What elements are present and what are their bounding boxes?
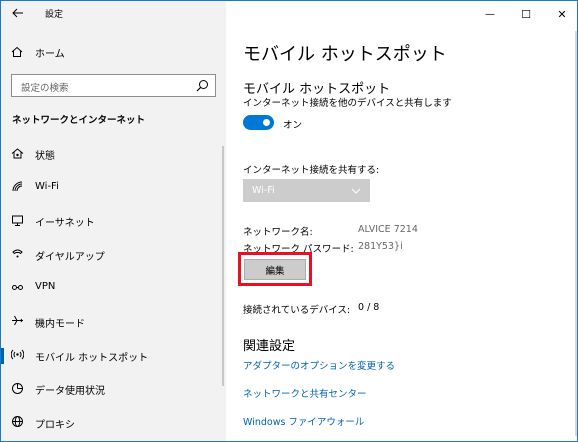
- close-icon: ✕: [557, 7, 567, 21]
- ethernet-icon: [10, 213, 24, 227]
- minimize-button[interactable]: —: [473, 1, 507, 27]
- search-placeholder: 設定の検索: [21, 83, 69, 94]
- connected-devices-value: 0 / 8: [358, 302, 380, 313]
- search-input[interactable]: 設定の検索: [11, 74, 216, 97]
- chevron-down-icon: [351, 188, 361, 194]
- sidebar-item-label: 機内モード: [35, 318, 85, 330]
- sidebar-item-vpn[interactable]: VPN: [1, 271, 226, 305]
- hotspot-description: インターネット接続を他のデバイスと共有します: [243, 98, 452, 109]
- data-usage-icon: [10, 381, 24, 395]
- titlebar: 設定: [1, 1, 226, 27]
- page-title: モバイル ホットスポット: [243, 44, 447, 65]
- hotspot-toggle[interactable]: [243, 115, 274, 130]
- globe-icon: [10, 415, 24, 429]
- sidebar-scrollbar[interactable]: [222, 146, 224, 386]
- share-connection-select[interactable]: Wi-Fi: [243, 179, 370, 202]
- home-icon: [10, 45, 24, 59]
- sidebar-item-hotspot[interactable]: モバイル ホットスポット: [1, 339, 226, 373]
- sidebar-item-label: Wi-Fi: [35, 180, 59, 192]
- dialup-icon: [10, 247, 24, 261]
- hotspot-icon: [10, 348, 24, 362]
- sidebar-item-label: プロキシ: [35, 419, 75, 431]
- sidebar-item-dialup[interactable]: ダイヤルアップ: [1, 238, 226, 272]
- maximize-button[interactable]: ☐: [509, 1, 543, 27]
- sidebar-item-label: ホーム: [35, 49, 65, 60]
- sidebar-item-label: VPN: [35, 281, 56, 293]
- close-button[interactable]: ✕: [545, 1, 577, 27]
- settings-window: 設定 ホーム 設定の検索 ネットワークとインターネット 状態 Wi-Fi イーサ…: [0, 0, 578, 442]
- sidebar-item-ethernet[interactable]: イーサネット: [1, 204, 226, 238]
- back-button[interactable]: [9, 5, 27, 21]
- search-icon: [196, 80, 208, 92]
- back-arrow-icon: [12, 8, 23, 18]
- sidebar-item-label: ダイヤルアップ: [35, 251, 105, 263]
- wifi-icon: [10, 180, 24, 194]
- window-controls: — ☐ ✕: [459, 1, 577, 27]
- network-sharing-center-link[interactable]: ネットワークと共有センター: [243, 386, 367, 400]
- main-scrollbar[interactable]: [575, 31, 577, 436]
- sidebar-item-label: 状態: [35, 151, 55, 162]
- home-network-icon: [10, 146, 24, 160]
- airplane-icon: [10, 314, 24, 328]
- app-title: 設定: [45, 10, 64, 20]
- related-settings-title: 関連設定: [243, 339, 296, 354]
- sidebar-item-status[interactable]: 状態: [1, 137, 226, 171]
- sidebar-item-proxy[interactable]: プロキシ: [1, 406, 226, 440]
- network-name-value: ALVICE 7214: [358, 224, 418, 235]
- sidebar-item-label: データ使用状況: [35, 386, 105, 398]
- section-heading: ネットワークとインターネット: [12, 115, 146, 126]
- adapter-options-link[interactable]: アダプターのオプションを変更する: [243, 358, 395, 372]
- active-indicator: [1, 347, 4, 364]
- sidebar: 設定 ホーム 設定の検索 ネットワークとインターネット 状態 Wi-Fi イーサ…: [1, 1, 226, 441]
- edit-button[interactable]: 編集: [244, 259, 306, 280]
- windows-firewall-link[interactable]: Windows ファイアウォール: [243, 414, 364, 428]
- vpn-icon: [10, 280, 24, 294]
- sidebar-item-label: イーサネット: [35, 218, 95, 230]
- network-name-label: ネットワーク名:: [243, 227, 313, 238]
- sidebar-item-label: モバイル ホットスポット: [35, 352, 149, 364]
- sidebar-item-wifi[interactable]: Wi-Fi: [1, 171, 226, 205]
- toggle-knob: [263, 119, 270, 126]
- sidebar-item-home[interactable]: ホーム: [1, 39, 226, 65]
- toggle-state-label: オン: [283, 120, 303, 131]
- sidebar-item-airplane[interactable]: 機内モード: [1, 305, 226, 339]
- share-connection-label: インターネット接続を共有する:: [243, 165, 380, 176]
- main-content: — ☐ ✕ モバイル ホットスポット モバイル ホットスポット インターネット接…: [226, 1, 577, 441]
- minimize-icon: —: [485, 8, 495, 20]
- select-value: Wi-Fi: [252, 185, 275, 196]
- sidebar-item-data-usage[interactable]: データ使用状況: [1, 372, 226, 406]
- maximize-icon: ☐: [521, 7, 531, 21]
- sidebar-nav: 状態 Wi-Fi イーサネット ダイヤルアップ VPN 機内モード モバイル ホ…: [1, 137, 226, 439]
- connected-devices-label: 接続されているデバイス:: [243, 305, 351, 316]
- network-password-value: 281Y53}i: [358, 241, 403, 252]
